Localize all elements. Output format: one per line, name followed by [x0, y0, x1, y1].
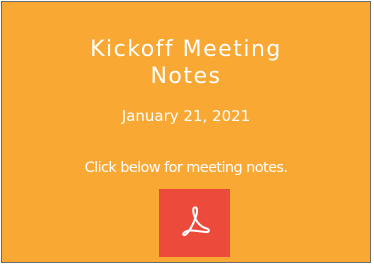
acrobat-pdf-icon — [178, 204, 212, 242]
notes-prompt: Click below for meeting notes. — [84, 160, 288, 176]
card-title: Kickoff Meeting Notes — [90, 37, 282, 89]
meeting-date: January 21, 2021 — [121, 107, 251, 125]
meeting-notes-card: Kickoff Meeting Notes January 21, 2021 C… — [1, 1, 371, 263]
pdf-download-button[interactable] — [159, 189, 230, 257]
